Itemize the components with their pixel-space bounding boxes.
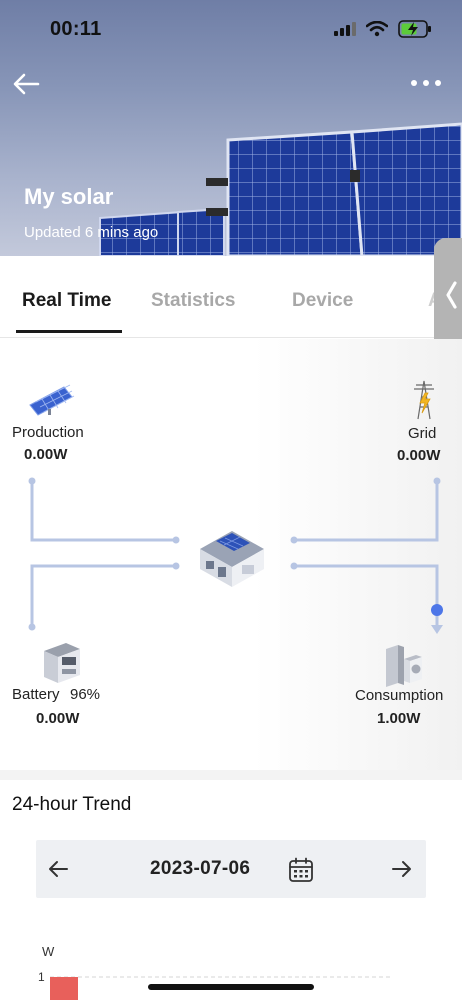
tab-real-time[interactable]: Real Time xyxy=(22,290,111,312)
page-title: My solar xyxy=(24,184,114,209)
production-value: 0.00W xyxy=(24,446,68,463)
grid-flow-line xyxy=(292,479,439,542)
consumption-label: Consumption xyxy=(355,687,444,704)
grid-label: Grid xyxy=(408,425,437,442)
next-day-arrow-icon[interactable] xyxy=(390,858,412,880)
status-time: 00:11 xyxy=(50,18,102,40)
energy-flow-diagram: Production 0.00W Grid 0.00W Battery 96% … xyxy=(0,339,462,770)
wifi-icon xyxy=(366,21,388,37)
battery-charging-icon xyxy=(398,20,431,38)
chart-y-unit: W xyxy=(42,944,55,959)
tab-device[interactable]: Device xyxy=(292,290,353,312)
battery-flow-line xyxy=(30,564,178,629)
calendar-icon[interactable] xyxy=(288,857,314,883)
side-drawer-handle[interactable] xyxy=(434,238,462,352)
section-divider xyxy=(0,770,462,780)
status-bar: 00:11 xyxy=(0,0,462,60)
battery-percent: 96% xyxy=(70,686,101,703)
chevron-left-icon xyxy=(446,281,457,309)
cellular-signal-icon xyxy=(334,22,356,36)
home-indicator xyxy=(148,984,314,990)
production-label: Production xyxy=(12,424,84,441)
power-tower-icon xyxy=(414,380,434,420)
solar-panel-icon xyxy=(29,384,75,416)
previous-day-arrow-icon[interactable] xyxy=(48,858,70,880)
grid-value: 0.00W xyxy=(397,447,441,464)
more-options-icon[interactable] xyxy=(410,76,442,90)
appliance-icon xyxy=(386,645,422,687)
consumption-value: 1.00W xyxy=(377,710,421,727)
date-selector: 2023-07-06 xyxy=(36,840,426,898)
chart-y-tick: 1 xyxy=(38,970,45,984)
production-flow-line xyxy=(30,479,178,542)
house-icon xyxy=(200,531,264,587)
header-hero: 00:11 My solar Updated 6 mins ago xyxy=(0,0,462,256)
active-tab-indicator xyxy=(16,330,122,333)
battery-value: 0.00W xyxy=(36,710,80,727)
trend-bar xyxy=(50,977,78,1000)
back-arrow-icon[interactable] xyxy=(12,70,42,98)
consumption-flow-line xyxy=(292,564,439,632)
flow-lines xyxy=(28,380,443,687)
selected-date[interactable]: 2023-07-06 xyxy=(150,858,250,880)
trend-chart xyxy=(50,976,390,1000)
flow-dot xyxy=(431,604,443,616)
battery-label: Battery xyxy=(12,686,60,703)
trend-title: 24-hour Trend xyxy=(12,794,132,815)
last-updated-text: Updated 6 mins ago xyxy=(24,224,159,241)
tab-statistics[interactable]: Statistics xyxy=(151,290,235,312)
tab-bar: Real Time Statistics Device A xyxy=(0,256,462,338)
battery-unit-icon xyxy=(44,643,80,683)
status-icons xyxy=(334,20,432,38)
